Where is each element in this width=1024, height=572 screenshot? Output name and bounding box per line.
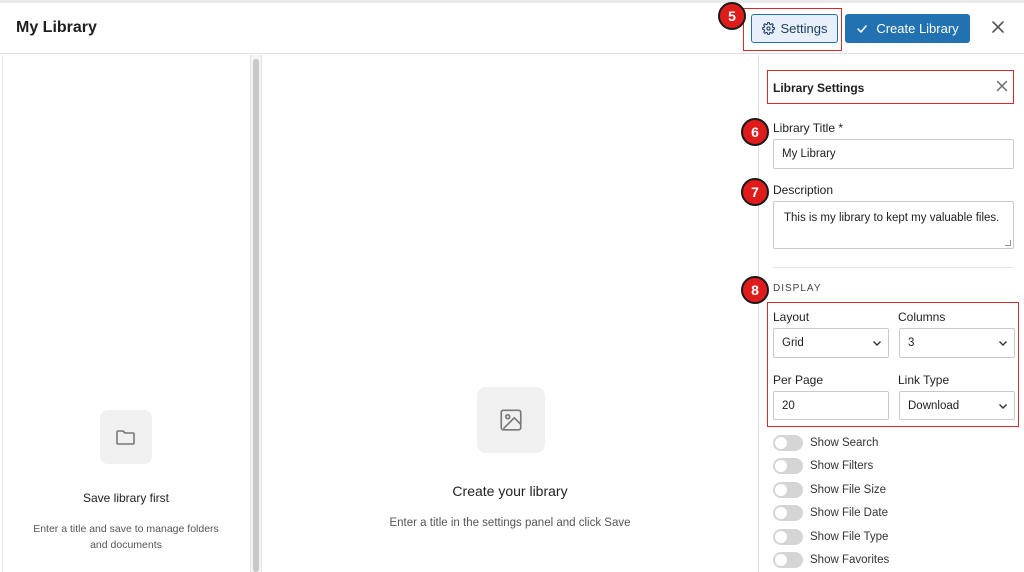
save-library-heading: Save library first [82, 491, 170, 505]
toggle-show-file-date[interactable]: Show File Date [773, 504, 888, 521]
create-library-button[interactable]: Create Library [845, 14, 970, 43]
toggle-show-filters[interactable]: Show Filters [773, 457, 873, 474]
toggle-switch[interactable] [773, 504, 803, 521]
toggle-show-file-type[interactable]: Show File Type [773, 528, 888, 545]
folder-placeholder [100, 410, 152, 464]
columns-label: Columns [898, 310, 946, 324]
layout-label: Layout [773, 310, 810, 324]
description-label: Description [773, 183, 834, 197]
link-type-label: Link Type [898, 373, 950, 387]
section-divider [773, 267, 1013, 268]
create-library-heading: Create your library [452, 483, 568, 499]
image-placeholder [477, 387, 545, 453]
folder-icon [116, 430, 135, 445]
library-title-label: Library Title * [773, 121, 844, 135]
toggle-label: Show Favorites [810, 553, 890, 566]
step-badge-8: 8 [741, 276, 769, 304]
create-library-label: Create Library [876, 21, 959, 36]
step-badge-6: 6 [741, 118, 769, 146]
link-type-select[interactable]: Download [899, 391, 1015, 420]
chevron-down-icon [999, 403, 1007, 409]
save-library-description: Enter a title and save to manage folders… [33, 523, 219, 551]
toggle-label: Show File Date [810, 506, 888, 519]
per-page-input[interactable]: 20 [773, 391, 889, 420]
image-icon [500, 409, 522, 431]
layout-select[interactable]: Grid [773, 328, 889, 358]
check-icon [857, 24, 868, 33]
resize-handle[interactable] [1005, 240, 1011, 246]
link-type-value: Download [908, 399, 960, 412]
toggle-label: Show Search [810, 436, 879, 449]
layout-value: Grid [782, 337, 804, 349]
toggle-show-search[interactable]: Show Search [773, 434, 878, 451]
toggle-label: Show File Type [810, 530, 889, 543]
toggle-label: Show File Size [810, 483, 887, 496]
per-page-label: Per Page [773, 373, 824, 387]
display-section-label: DISPLAY [773, 283, 822, 294]
chevron-down-icon [999, 341, 1007, 346]
chevron-down-icon [873, 341, 881, 346]
per-page-value: 20 [782, 399, 795, 412]
settings-button-label: Settings [780, 21, 828, 36]
settings-panel-title: Library Settings [773, 81, 865, 95]
step-badge-7: 7 [741, 178, 769, 206]
toggle-label: Show Filters [810, 459, 874, 472]
toggle-show-favorites[interactable]: Show Favorites [773, 551, 889, 568]
scrollbar-thumb[interactable] [253, 59, 259, 572]
gear-icon [761, 22, 775, 35]
toggle-switch[interactable] [773, 481, 803, 498]
close-icon[interactable] [990, 19, 1006, 35]
toggle-switch[interactable] [773, 434, 803, 451]
description-value: This is my library to kept my valuable f… [784, 212, 1000, 224]
toggle-switch[interactable] [773, 551, 803, 568]
description-textarea[interactable]: This is my library to kept my valuable f… [773, 201, 1014, 249]
toggle-switch[interactable] [773, 528, 803, 545]
library-editor: My Library 5 Settings Create Library Sav… [0, 0, 1024, 572]
step-badge-5: 5 [718, 2, 746, 30]
toggle-show-file-size[interactable]: Show File Size [773, 481, 886, 498]
page-title: My Library [16, 19, 97, 36]
library-title-value: My Library [782, 148, 836, 160]
create-library-description: Enter a title in the settings panel and … [389, 517, 631, 529]
settings-button[interactable]: Settings [751, 14, 838, 43]
columns-value: 3 [908, 337, 915, 349]
scrollbar[interactable] [250, 55, 262, 572]
columns-select[interactable]: 3 [899, 328, 1015, 358]
toggle-switch[interactable] [773, 457, 803, 474]
library-title-input[interactable]: My Library [773, 139, 1014, 169]
close-panel-icon[interactable] [996, 80, 1008, 92]
